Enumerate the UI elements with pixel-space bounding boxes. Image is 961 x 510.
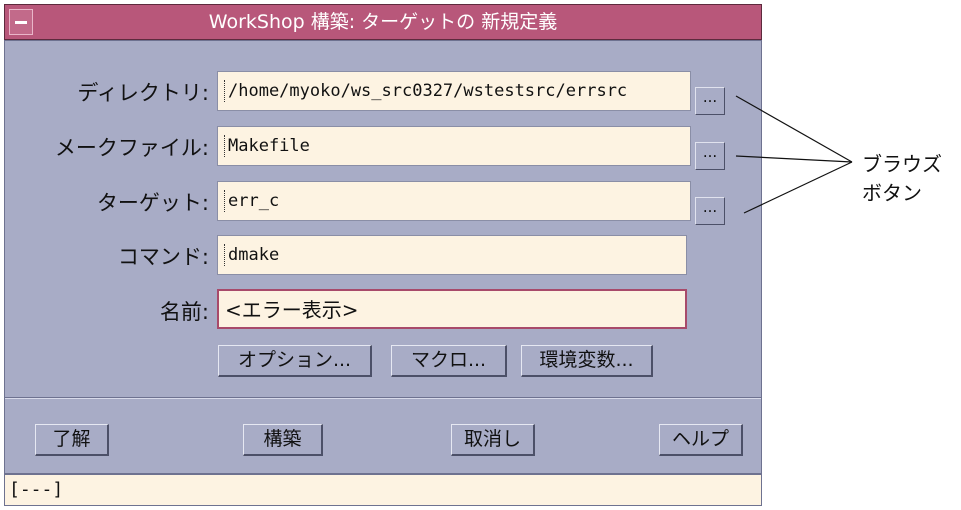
- callout-lines: [735, 95, 853, 214]
- callout-line-1: ブラウズ: [862, 152, 942, 176]
- callout-line-2: ボタン: [862, 181, 922, 205]
- browse-button-callout: ブラウズ ボタン: [862, 150, 942, 208]
